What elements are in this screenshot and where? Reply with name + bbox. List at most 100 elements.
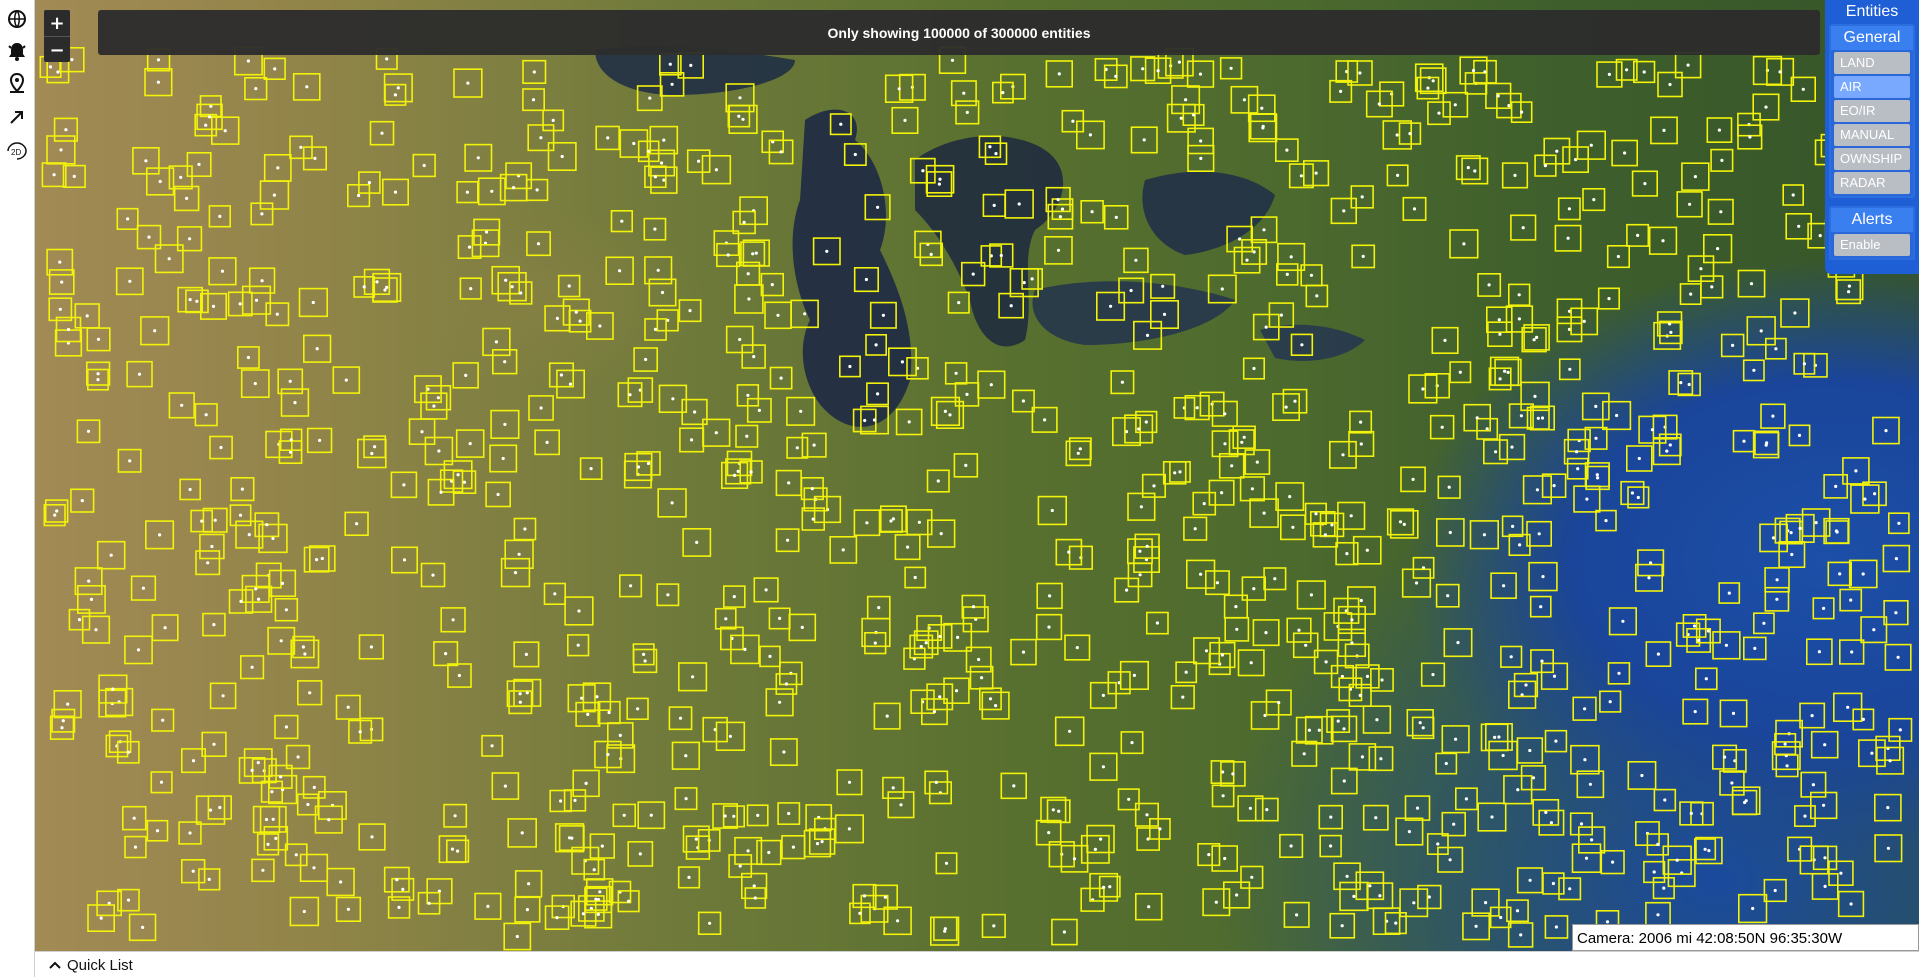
track-dot	[1114, 74, 1118, 78]
track-dot	[1668, 443, 1672, 447]
track-dot	[1801, 87, 1805, 91]
track-dot	[1262, 228, 1266, 232]
track-dot	[211, 304, 216, 308]
track-dot	[1636, 233, 1640, 237]
track-dot	[1289, 844, 1293, 848]
track-dot	[271, 817, 275, 821]
track-dot	[1223, 412, 1227, 416]
track-dot	[1803, 814, 1807, 818]
track-dot	[1359, 420, 1363, 424]
track-dot	[1234, 605, 1238, 609]
track-dot	[999, 253, 1003, 258]
track-dot	[684, 797, 688, 801]
track-dot	[56, 70, 60, 74]
track-dot	[1162, 312, 1167, 316]
track-dot	[751, 252, 755, 256]
track-dot	[1652, 870, 1656, 874]
track-dot	[422, 163, 426, 168]
track-dot	[375, 280, 379, 284]
track-dot	[1421, 726, 1425, 730]
alerts-enable-button[interactable]: Enable	[1834, 234, 1910, 256]
track-dot	[1443, 338, 1447, 342]
filter-ownship[interactable]: OWNSHIP	[1834, 148, 1910, 170]
track-dot	[738, 96, 742, 100]
track-dot	[1302, 752, 1306, 756]
track-dot	[1689, 292, 1693, 296]
track-dot	[1594, 404, 1598, 408]
track-dot	[1513, 173, 1517, 177]
track-dot	[486, 904, 490, 909]
track-dot	[1396, 173, 1400, 177]
globe-icon[interactable]	[4, 6, 30, 32]
track-dot	[1731, 343, 1735, 347]
track-dot	[1886, 806, 1890, 810]
track-dot	[689, 63, 693, 67]
zoom-out-button[interactable]: −	[44, 36, 70, 63]
track-dot	[302, 909, 306, 914]
track-dot	[1156, 69, 1160, 73]
track-dot	[1802, 362, 1806, 366]
track-dot	[1473, 169, 1477, 173]
track-dot	[782, 750, 786, 754]
track-dot	[293, 401, 297, 405]
track-dot	[85, 314, 89, 318]
track-dot	[1411, 477, 1415, 481]
track-dot	[512, 186, 516, 190]
track-dot	[1358, 693, 1362, 698]
track-dot	[1129, 288, 1133, 293]
track-dot	[450, 847, 455, 851]
track-dot	[1723, 755, 1727, 759]
filter-radar[interactable]: RADAR	[1834, 172, 1910, 194]
track-dot	[862, 894, 867, 898]
bell-alert-icon[interactable]	[4, 38, 30, 64]
track-dot	[971, 605, 976, 609]
track-dot	[1697, 638, 1701, 643]
track-dot	[1454, 737, 1458, 741]
filter-eo-ir[interactable]: EO/IR	[1834, 100, 1910, 122]
map-viewport[interactable]	[35, 0, 1919, 951]
filter-manual[interactable]: MANUAL	[1834, 124, 1910, 146]
track-dot	[1482, 533, 1486, 537]
track-dot	[726, 253, 730, 257]
track-dot	[1058, 215, 1062, 219]
track-dot	[767, 850, 771, 855]
track-dot	[1797, 224, 1801, 228]
svg-text:2D: 2D	[11, 148, 21, 157]
track-dot	[1340, 924, 1344, 928]
quick-list-toggle[interactable]: Quick List	[49, 955, 133, 975]
track-dot	[1642, 70, 1646, 74]
filter-air[interactable]: AIR	[1834, 76, 1910, 98]
track-dot	[728, 734, 733, 738]
zoom-in-button[interactable]: +	[44, 10, 70, 36]
track-dot	[1245, 258, 1249, 262]
track-dot	[1458, 370, 1462, 374]
track-dot	[618, 269, 622, 273]
track-dot	[1643, 182, 1647, 186]
track-dot	[1870, 751, 1874, 755]
rotate-2d-icon[interactable]: 2D	[4, 138, 30, 164]
track-dot	[1466, 166, 1470, 170]
track-dot	[660, 290, 665, 295]
track-dot	[570, 836, 574, 840]
arrow-up-right-icon[interactable]	[4, 104, 30, 130]
track-dot	[1484, 901, 1488, 905]
track-dot	[954, 689, 959, 693]
filter-land[interactable]: LAND	[1834, 52, 1910, 74]
track-dot	[1668, 322, 1672, 326]
track-dot	[1503, 369, 1507, 373]
track-dot	[1349, 514, 1353, 518]
track-dot	[943, 927, 947, 931]
track-dot	[299, 145, 303, 149]
track-dot	[648, 96, 652, 100]
track-dot	[490, 189, 494, 193]
track-dot	[1056, 248, 1061, 252]
map-pin-icon[interactable]	[4, 70, 30, 96]
track-dot	[900, 360, 905, 364]
track-dot	[179, 175, 183, 179]
track-dot	[476, 156, 480, 160]
track-dot	[1012, 784, 1016, 788]
track-dot	[764, 588, 768, 592]
track-dot	[803, 312, 807, 316]
track-dot	[1759, 329, 1763, 333]
track-dot	[1285, 272, 1289, 276]
